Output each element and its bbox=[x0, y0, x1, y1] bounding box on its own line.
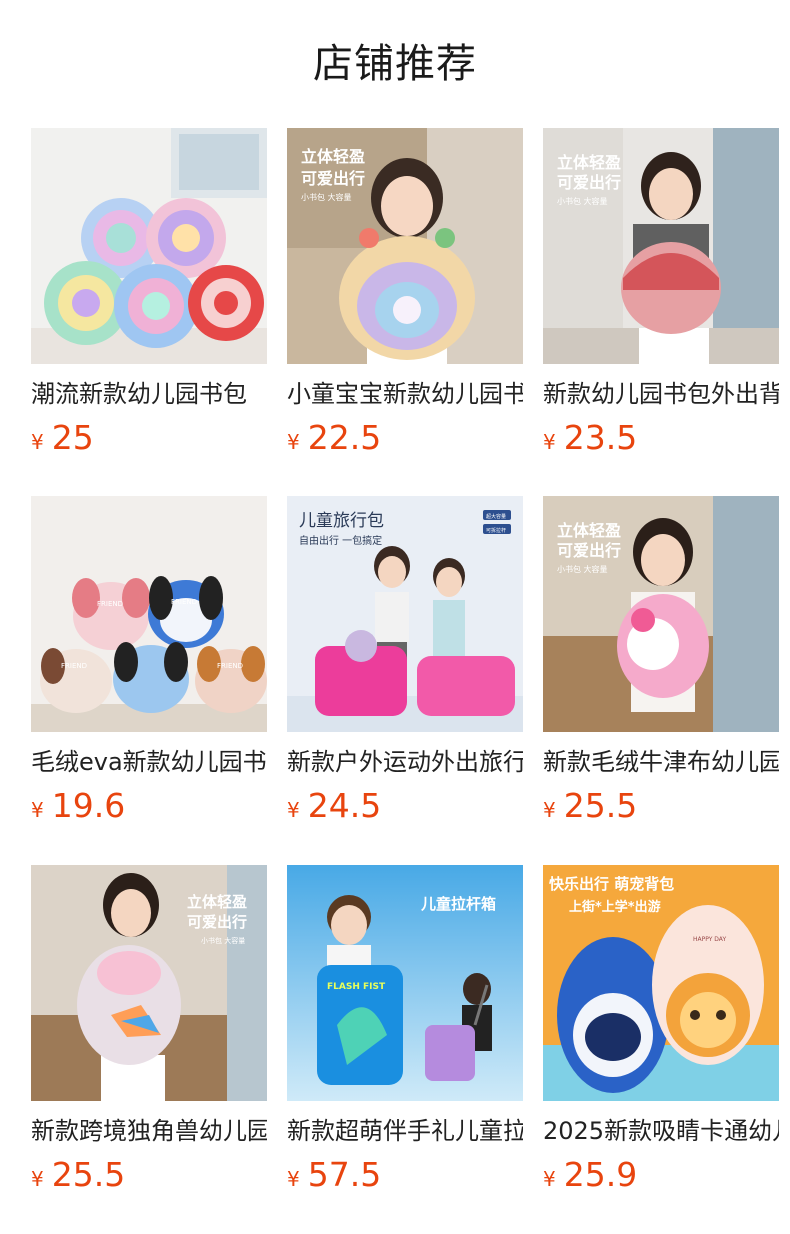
product-name[interactable]: 毛绒eva新款幼儿园书包 bbox=[31, 745, 267, 779]
price-value: 57.5 bbox=[307, 1155, 382, 1194]
product-name[interactable]: 小童宝宝新款幼儿园书包 bbox=[287, 377, 523, 411]
overlay-caption: 小书包 大容量 bbox=[201, 936, 245, 945]
overlay-headline: 立体轻盈 bbox=[187, 893, 247, 911]
overlay-caption: 小书包 大容量 bbox=[557, 564, 608, 574]
product-image[interactable]: 儿童拉杆箱 FLASH FIST bbox=[287, 865, 523, 1101]
product-price: ¥19.6 bbox=[31, 784, 125, 828]
price-value: 19.6 bbox=[51, 786, 126, 825]
overlay-headline: 快乐出行 萌宠背包 bbox=[549, 875, 674, 893]
product-price: ¥24.5 bbox=[287, 784, 381, 828]
product-card[interactable]: 立体轻盈 可爱出行 小书包 大容量 新款毛绒牛津布幼儿园书包 ¥25.5 bbox=[543, 496, 779, 836]
product-name[interactable]: 2025新款吸睛卡通幼儿园书包 bbox=[543, 1114, 779, 1148]
product-card[interactable]: 儿童拉杆箱 FLASH FIST 新款超萌伴手礼儿童拉杆箱 ¥57.5 bbox=[287, 865, 523, 1205]
product-card[interactable]: 儿童旅行包 自由出行 一包搞定 超大容量 可拆拉杆 新款户外运动外出旅行包 ¥2… bbox=[287, 496, 523, 836]
currency-symbol: ¥ bbox=[543, 1167, 556, 1191]
overlay-headline: 立体轻盈 bbox=[301, 147, 365, 166]
product-name[interactable]: 新款毛绒牛津布幼儿园书包 bbox=[543, 745, 779, 779]
product-image[interactable]: 立体轻盈 可爱出行 小书包 大容量 bbox=[543, 128, 779, 364]
product-image[interactable] bbox=[31, 128, 267, 364]
product-card[interactable]: 立体轻盈 可爱出行 小书包 大容量 小童宝宝新款幼儿园书包 ¥22.5 bbox=[287, 128, 523, 468]
currency-symbol: ¥ bbox=[287, 1167, 300, 1191]
product-card[interactable]: 快乐出行 萌宠背包 上街*上学*出游 HAPPY DAY 2025新款吸睛卡通幼… bbox=[543, 865, 779, 1205]
product-image[interactable]: FRIEND FRIEND FRIEND FRIEND bbox=[31, 496, 267, 732]
overlay-subline: 可爱出行 bbox=[187, 913, 247, 931]
badge-label: FRIEND bbox=[171, 598, 197, 606]
product-price: ¥25.5 bbox=[31, 1153, 125, 1197]
currency-symbol: ¥ bbox=[543, 798, 556, 822]
product-price: ¥22.5 bbox=[287, 416, 381, 460]
badge-label: FRIEND bbox=[217, 662, 243, 670]
overlay-subline: 可爱出行 bbox=[557, 541, 621, 560]
overlay-caption: 小书包 大容量 bbox=[557, 196, 608, 206]
tag-label: 可拆拉杆 bbox=[486, 527, 506, 534]
overlay-subline: 上街*上学*出游 bbox=[569, 899, 661, 915]
product-name[interactable]: 潮流新款幼儿园书包 bbox=[31, 377, 267, 411]
price-value: 25.5 bbox=[51, 1155, 126, 1194]
product-price: ¥25.5 bbox=[543, 784, 637, 828]
product-card[interactable]: 立体轻盈 可爱出行 小书包 大容量 新款幼儿园书包外出背包 ¥23.5 bbox=[543, 128, 779, 468]
price-value: 25.9 bbox=[563, 1155, 638, 1194]
product-print: HAPPY DAY bbox=[693, 936, 726, 943]
product-name[interactable]: 新款超萌伴手礼儿童拉杆箱 bbox=[287, 1114, 523, 1148]
overlay-subline: 可爱出行 bbox=[301, 169, 365, 188]
product-card[interactable]: FRIEND FRIEND FRIEND FRIEND 毛绒eva新款幼儿园书包… bbox=[31, 496, 267, 836]
overlay-headline: 立体轻盈 bbox=[557, 521, 621, 540]
currency-symbol: ¥ bbox=[31, 1167, 44, 1191]
product-price: ¥57.5 bbox=[287, 1153, 381, 1197]
currency-symbol: ¥ bbox=[31, 430, 44, 454]
product-image[interactable]: 立体轻盈 可爱出行 小书包 大容量 bbox=[31, 865, 267, 1101]
product-name[interactable]: 新款户外运动外出旅行包 bbox=[287, 745, 523, 779]
price-value: 24.5 bbox=[307, 786, 382, 825]
price-value: 22.5 bbox=[307, 418, 382, 457]
product-price: ¥23.5 bbox=[543, 416, 637, 460]
product-name[interactable]: 新款跨境独角兽幼儿园书包 bbox=[31, 1114, 267, 1148]
product-image[interactable]: 快乐出行 萌宠背包 上街*上学*出游 HAPPY DAY bbox=[543, 865, 779, 1101]
overlay-headline: 立体轻盈 bbox=[557, 153, 621, 172]
overlay-subline: 自由出行 一包搞定 bbox=[299, 534, 382, 547]
badge-label: FRIEND bbox=[61, 662, 87, 670]
currency-symbol: ¥ bbox=[543, 430, 556, 454]
overlay-caption: 小书包 大容量 bbox=[301, 192, 352, 202]
price-value: 25.5 bbox=[563, 786, 638, 825]
product-image[interactable]: 立体轻盈 可爱出行 小书包 大容量 bbox=[287, 128, 523, 364]
product-image[interactable]: 立体轻盈 可爱出行 小书包 大容量 bbox=[543, 496, 779, 732]
page-title: 店铺推荐 bbox=[313, 41, 477, 87]
tag-label: 超大容量 bbox=[486, 513, 506, 520]
currency-symbol: ¥ bbox=[287, 430, 300, 454]
product-name[interactable]: 新款幼儿园书包外出背包 bbox=[543, 377, 779, 411]
price-value: 23.5 bbox=[563, 418, 638, 457]
currency-symbol: ¥ bbox=[287, 798, 300, 822]
product-card[interactable]: 立体轻盈 可爱出行 小书包 大容量 新款跨境独角兽幼儿园书包 ¥25.5 bbox=[31, 865, 267, 1205]
product-price: ¥25.9 bbox=[543, 1153, 637, 1197]
currency-symbol: ¥ bbox=[31, 798, 44, 822]
price-value: 25 bbox=[51, 418, 94, 457]
badge-label: FRIEND bbox=[97, 600, 123, 608]
overlay-headline: 儿童拉杆箱 bbox=[420, 895, 496, 913]
overlay-subline: 可爱出行 bbox=[557, 173, 621, 192]
overlay-headline: 儿童旅行包 bbox=[299, 511, 384, 531]
product-card[interactable]: 潮流新款幼儿园书包 ¥25 bbox=[31, 128, 267, 468]
product-price: ¥25 bbox=[31, 416, 94, 460]
product-print: FLASH FIST bbox=[327, 982, 386, 992]
product-image[interactable]: 儿童旅行包 自由出行 一包搞定 超大容量 可拆拉杆 bbox=[287, 496, 523, 732]
